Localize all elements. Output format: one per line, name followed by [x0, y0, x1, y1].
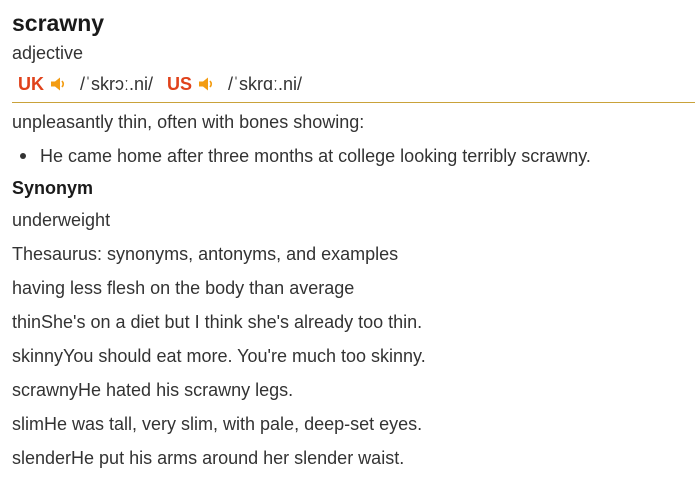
part-of-speech: adjective — [12, 43, 84, 63]
thesaurus-item[interactable]: thinShe's on a diet but I think she's al… — [12, 305, 696, 339]
speaker-icon[interactable] — [198, 76, 214, 92]
pron-region-us: US — [167, 73, 193, 94]
example-text: He came home after three months at colle… — [40, 146, 591, 166]
thesaurus-heading[interactable]: Thesaurus: synonyms, antonyms, and examp… — [12, 237, 696, 271]
ipa-uk: /ˈskrɔː.ni/ — [80, 73, 154, 94]
thesaurus-item[interactable]: scrawnyHe hated his scrawny legs. — [12, 373, 696, 407]
dictionary-entry: scrawny adjective UK /ˈskrɔː.ni/ US /ˈsk… — [12, 8, 696, 475]
bullet-icon — [20, 153, 26, 159]
pronunciation-row: UK /ˈskrɔː.ni/ US /ˈskrɑː.ni/ — [12, 70, 695, 103]
example-sentence: He came home after three months at colle… — [12, 139, 696, 173]
synonym[interactable]: underweight — [12, 203, 696, 237]
synonym-heading: Synonym — [12, 178, 94, 198]
thesaurus-item[interactable]: slenderHe put his arms around her slende… — [12, 441, 696, 475]
thesaurus-item[interactable]: slimHe was tall, very slim, with pale, d… — [12, 407, 696, 441]
ipa-us: /ˈskrɑː.ni/ — [228, 73, 303, 94]
thesaurus-item[interactable]: skinnyYou should eat more. You're much t… — [12, 339, 696, 373]
speaker-icon[interactable] — [50, 76, 66, 92]
pron-region-uk: UK — [18, 73, 44, 94]
headword: scrawny — [12, 10, 105, 36]
definition: unpleasantly thin, often with bones show… — [12, 112, 365, 132]
thesaurus-definition: having less flesh on the body than avera… — [12, 278, 355, 298]
